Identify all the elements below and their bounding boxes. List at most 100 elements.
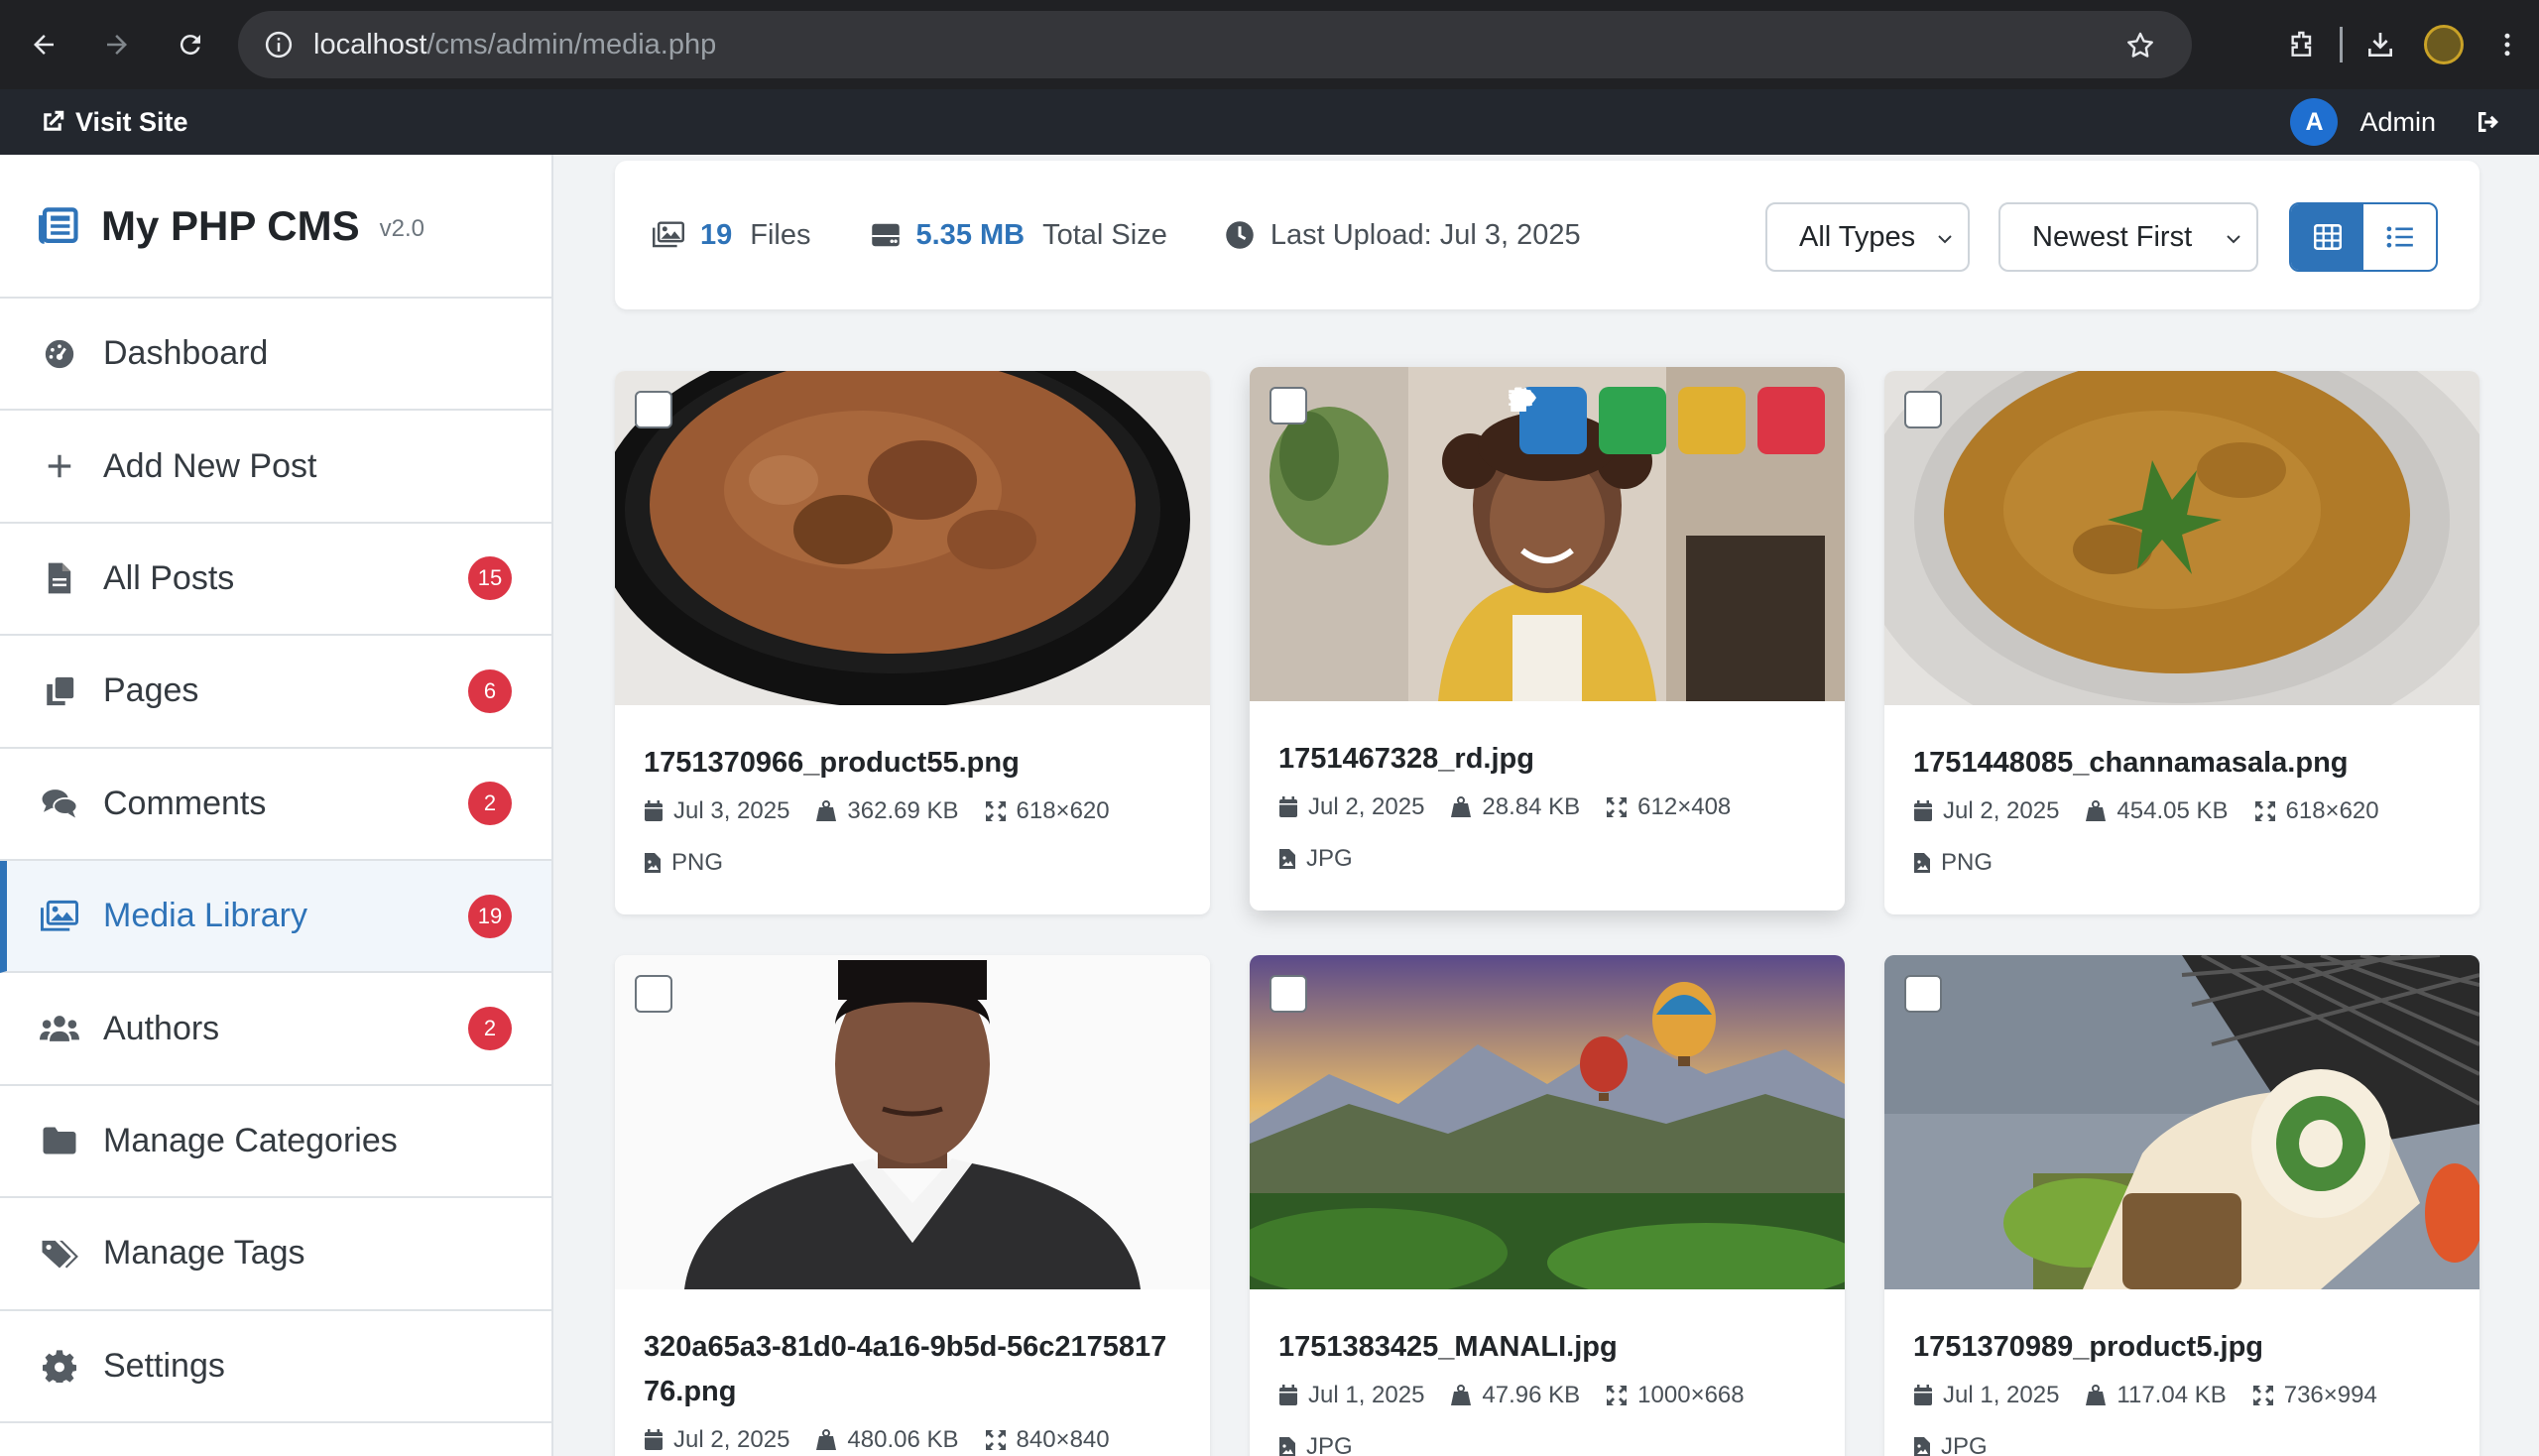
expand-icon — [1607, 797, 1628, 817]
list-view-button[interactable] — [2363, 204, 2436, 270]
file-type: JPG — [1278, 1433, 1815, 1456]
media-thumbnail[interactable] — [1884, 955, 2479, 1289]
sidebar-item-label: Dashboard — [103, 334, 269, 373]
upload-date: Jul 2, 2025 — [644, 1426, 789, 1454]
visit-site-link[interactable]: Visit Site — [38, 107, 188, 138]
file-image-icon — [1914, 853, 1930, 873]
profile-button[interactable] — [2412, 13, 2476, 76]
last-upload-text: Last Upload: Jul 3, 2025 — [1270, 218, 1581, 251]
delete-button[interactable] — [1509, 387, 1825, 454]
puzzle-icon — [2291, 31, 2312, 57]
logout-icon[interactable] — [2474, 107, 2503, 137]
media-filename: 1751448085_channamasala.png — [1913, 747, 2349, 779]
total-size-label: Total Size — [1042, 218, 1167, 251]
media-thumbnail[interactable] — [1250, 955, 1845, 1289]
calendar-icon — [645, 1429, 663, 1450]
resize-button[interactable] — [1509, 387, 1746, 454]
user-name: Admin — [2359, 106, 2436, 137]
sidebar-item-authors[interactable]: Authors 2 — [0, 973, 551, 1086]
media-card[interactable]: 1751370966_product55.png Jul 3, 2025 362… — [615, 371, 1210, 914]
sidebar-item-add-new-post[interactable]: Add New Post — [0, 411, 551, 524]
reload-button[interactable] — [159, 13, 222, 76]
select-checkbox[interactable] — [1904, 975, 1942, 1013]
image-dimensions: 1000×668 — [1606, 1382, 1745, 1409]
upload-date: Jul 1, 2025 — [1913, 1382, 2059, 1409]
media-card[interactable]: 1751383425_MANALI.jpg Jul 1, 2025 47.96 … — [1250, 955, 1845, 1456]
file-image-icon — [645, 853, 661, 873]
sidebar-item-manage-categories[interactable]: Manage Categories — [0, 1086, 551, 1199]
type-filter-select[interactable]: All Types — [1765, 202, 1970, 272]
media-thumbnail[interactable] — [615, 371, 1210, 705]
sort-value: Newest First — [2032, 220, 2193, 253]
dashboard-icon — [40, 334, 79, 374]
count-badge: 2 — [468, 1007, 512, 1051]
sidebar-item-label: All Posts — [103, 558, 235, 597]
address-bar[interactable]: localhost/cms/admin/media.php — [238, 11, 2192, 78]
file-size: 362.69 KB — [815, 797, 959, 825]
type-filter-value: All Types — [1799, 220, 1916, 253]
newspaper-icon — [39, 206, 78, 244]
upload-date: Jul 3, 2025 — [644, 797, 789, 825]
sidebar-item-label: Add New Post — [103, 446, 317, 485]
media-filename: 1751370966_product55.png — [644, 747, 1020, 779]
media-stats-bar: 19 Files 5.35 MB Total Size Last Upload:… — [615, 161, 2479, 309]
bookmark-star-icon[interactable] — [2124, 30, 2156, 61]
sidebar-item-label: Media Library — [103, 897, 307, 935]
folder-icon — [40, 1121, 79, 1160]
back-button[interactable] — [12, 13, 75, 76]
sidebar-item-settings[interactable]: Settings — [0, 1311, 551, 1423]
browser-menu-button[interactable] — [2476, 13, 2539, 76]
forward-button[interactable] — [85, 13, 149, 76]
media-card[interactable]: 320a65a3-81d0-4a16-9b5d-56c217581776.png… — [615, 955, 1210, 1456]
file-size: 480.06 KB — [815, 1426, 959, 1454]
media-thumbnail[interactable] — [1884, 371, 2479, 705]
sidebar-item-pages[interactable]: Pages 6 — [0, 636, 551, 749]
select-checkbox[interactable] — [1270, 975, 1307, 1013]
avatar: A — [2290, 98, 2339, 146]
extensions-button[interactable] — [2270, 13, 2334, 76]
weight-icon — [1451, 1385, 1472, 1405]
downloads-button[interactable] — [2349, 13, 2412, 76]
back-arrow-icon — [34, 35, 54, 55]
file-type: PNG — [1913, 849, 2450, 877]
media-thumbnail[interactable] — [1250, 367, 1845, 701]
calendar-icon — [645, 800, 663, 821]
sidebar-item-comments[interactable]: Comments 2 — [0, 749, 551, 861]
media-thumbnail[interactable] — [615, 955, 1210, 1289]
url-text: localhost/cms/admin/media.php — [313, 28, 717, 61]
select-checkbox[interactable] — [1904, 391, 1942, 428]
user-menu[interactable]: A Admin — [2290, 98, 2503, 146]
copy-url-button[interactable] — [1511, 387, 1666, 454]
media-card[interactable]: 1751467328_rd.jpg Jul 2, 2025 28.84 KB 6… — [1250, 367, 1845, 910]
sort-select[interactable]: Newest First — [1998, 202, 2258, 272]
expand-icon — [985, 801, 1006, 821]
sidebar-item-all-posts[interactable]: All Posts 15 — [0, 524, 551, 637]
media-card[interactable]: 1751370989_product5.jpg Jul 1, 2025 117.… — [1884, 955, 2479, 1456]
view-toggle — [2289, 202, 2438, 272]
sidebar-item-manage-tags[interactable]: Manage Tags — [0, 1198, 551, 1311]
select-checkbox[interactable] — [635, 391, 672, 428]
admin-top-bar: Visit Site A Admin — [0, 89, 2539, 155]
sidebar-item-dashboard[interactable]: Dashboard — [0, 299, 551, 412]
external-link-icon — [44, 110, 64, 131]
brand[interactable]: My PHP CMS v2.0 — [0, 155, 551, 299]
grid-view-button[interactable] — [2291, 204, 2363, 270]
download-icon — [2368, 33, 2392, 57]
trash-icon — [1509, 387, 1528, 412]
select-checkbox[interactable] — [635, 975, 672, 1013]
reload-icon — [180, 35, 200, 56]
media-card[interactable]: 1751448085_channamasala.png Jul 2, 2025 … — [1884, 371, 2479, 914]
users-icon — [40, 1009, 79, 1048]
files-count: 19 — [700, 218, 733, 251]
sidebar-item-label: Authors — [103, 1009, 220, 1047]
image-dimensions: 840×840 — [985, 1426, 1110, 1454]
count-badge: 2 — [468, 782, 512, 826]
chevron-down-icon — [2227, 235, 2240, 244]
grid-icon — [2313, 224, 2342, 250]
select-checkbox[interactable] — [1270, 387, 1307, 425]
weight-icon — [1451, 796, 1472, 817]
sidebar-item-media-library[interactable]: Media Library 19 — [0, 860, 551, 974]
file-size: 47.96 KB — [1450, 1382, 1580, 1409]
forward-arrow-icon — [107, 35, 127, 55]
toolbar-separator — [2340, 27, 2343, 62]
